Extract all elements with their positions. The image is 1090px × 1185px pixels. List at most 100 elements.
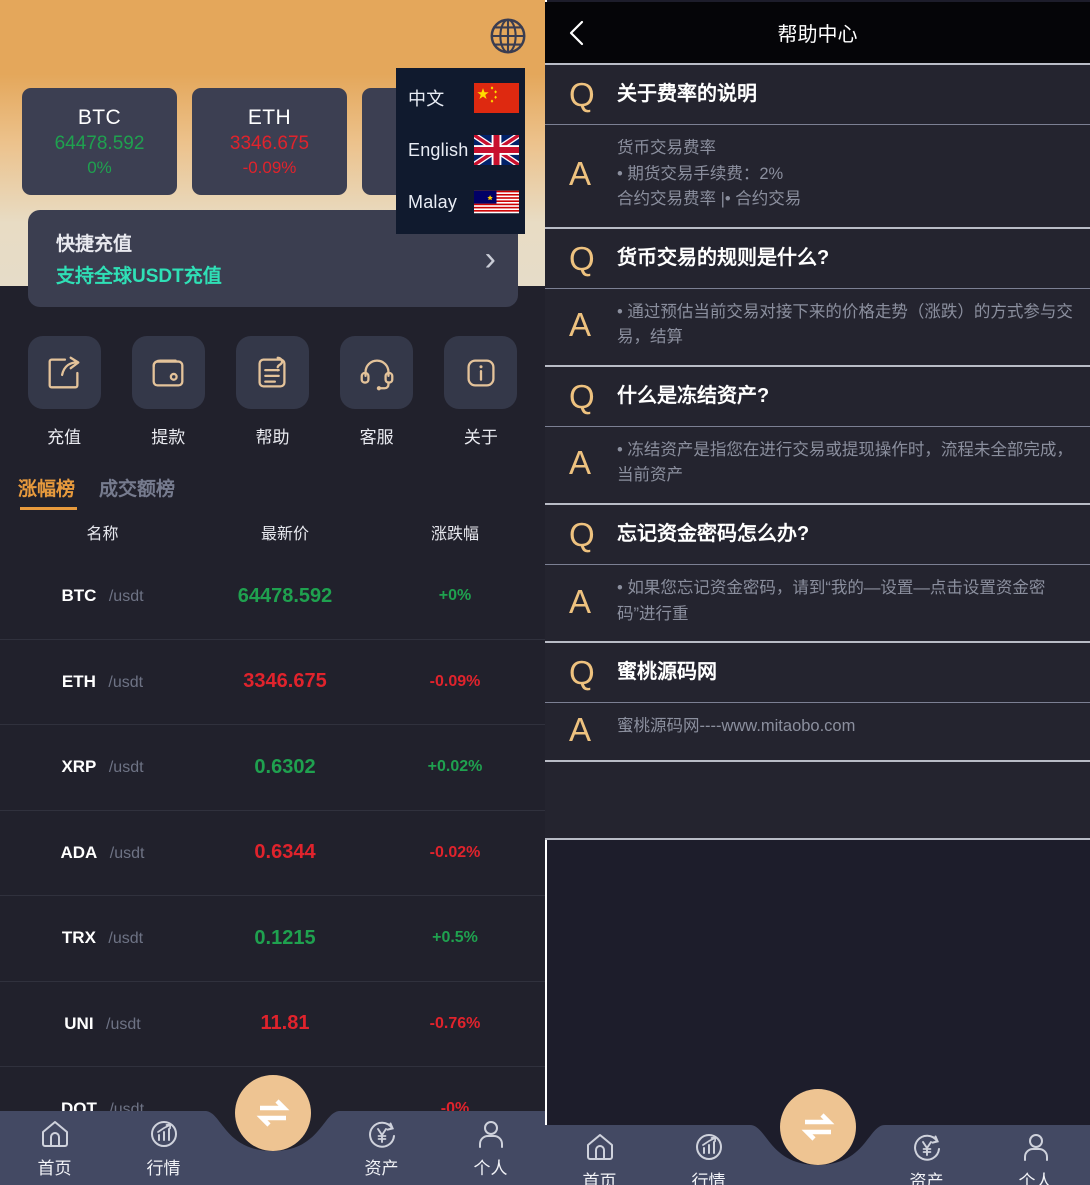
quick-action-support[interactable]: 客服: [339, 336, 415, 448]
faq-answer-row: A • 如果您忘记资金密码，请到“我的—设置—点击设置资金密码”进行重: [545, 563, 1090, 641]
language-option-malay[interactable]: Malay: [396, 176, 525, 228]
table-row[interactable]: ETH /usdt 3346.675 -0.09%: [0, 640, 545, 725]
question-mark-letter: Q: [569, 515, 595, 553]
language-option-chinese[interactable]: 中文: [396, 72, 525, 124]
question-mark-letter: Q: [569, 654, 595, 692]
page-title: 帮助中心: [777, 24, 858, 46]
answer-mark-letter: A: [569, 444, 592, 482]
coin-symbol: BTC: [61, 586, 97, 606]
language-option-label: 中文: [408, 89, 445, 109]
quick-action-about[interactable]: 关于: [443, 336, 519, 448]
quick-action-withdraw[interactable]: 提款: [130, 336, 206, 448]
tab-profile[interactable]: 个人: [981, 1130, 1090, 1185]
ticker-change: -0.09%: [242, 157, 297, 177]
faq-question-row[interactable]: Q 忘记资金密码怎么办?: [545, 505, 1090, 564]
list-item[interactable]: Q 忘记资金密码怎么办? A • 如果您忘记资金密码，请到“我的—设置—点击设置…: [545, 505, 1090, 644]
chevron-right-icon[interactable]: ›: [485, 242, 496, 276]
faq-list: Q 关于费率的说明 A 货币交易费率 • 期货交易手续费：2% 合约交易费率 |…: [545, 63, 1090, 841]
tab-assets[interactable]: 资产: [327, 1117, 436, 1179]
exchange-arrows-icon: [256, 1099, 289, 1127]
ranking-tabs: 涨幅榜 成交额榜: [18, 474, 175, 510]
tab-volume[interactable]: 成交额榜: [99, 474, 175, 510]
ticker-price: 64478.592: [54, 132, 145, 154]
assets-yen-icon: [913, 1134, 940, 1161]
tab-gainers[interactable]: 涨幅榜: [18, 474, 78, 510]
tab-market[interactable]: 行情: [109, 1117, 218, 1179]
assets-yen-icon: [368, 1121, 395, 1148]
table-row[interactable]: TRX /usdt 0.1215 +0.5%: [0, 896, 545, 982]
faq-question-text: 什么是冻结资产?: [617, 384, 770, 407]
flag-uk-icon: [474, 135, 519, 165]
headset-icon: [340, 336, 414, 409]
tab-label: 行情: [691, 1172, 726, 1185]
coin-pair: /usdt: [106, 1015, 141, 1033]
exchange-fab-button[interactable]: [779, 1089, 856, 1165]
quick-action-label: 关于: [463, 428, 498, 447]
faq-question-row[interactable]: Q 什么是冻结资产?: [545, 367, 1090, 426]
document-question-icon: [235, 336, 309, 409]
faq-answer-row: A • 冻结资产是指您在进行交易或提现操作时，流程未全部完成，当前资产: [545, 425, 1090, 503]
exchange-fab-button[interactable]: [234, 1075, 311, 1151]
tab-assets[interactable]: 资产: [872, 1130, 981, 1185]
market-chart-icon: [150, 1121, 177, 1147]
coin-pair: /usdt: [109, 844, 145, 862]
tab-home[interactable]: 首页: [0, 1117, 109, 1179]
tab-market[interactable]: 行情: [654, 1130, 763, 1185]
quick-action-grid: 充值 提款 帮助 客服 关于: [0, 336, 545, 448]
column-header-price: 最新价: [260, 526, 309, 543]
tab-label: 行情: [146, 1159, 181, 1178]
language-option-label: Malay: [408, 191, 458, 212]
tab-home[interactable]: 首页: [545, 1130, 654, 1185]
home-panel: 中文 English Malay BTC 64478.592 0% ETH 33…: [0, 0, 545, 1185]
faq-answer-row: A • 通过预估当前交易对接下来的价格走势（涨跌）的方式参与交易，结算: [545, 287, 1090, 365]
info-icon: [444, 336, 518, 409]
list-item[interactable]: Q 蜜桃源码网 A 蜜桃源码网----www.mitaobo.com: [545, 643, 1090, 763]
help-center-header: 帮助中心: [545, 2, 1090, 63]
coin-price: 11.81: [260, 1012, 310, 1035]
answer-mark-letter: A: [569, 306, 592, 344]
column-header-name: 名称: [86, 526, 119, 543]
table-row[interactable]: BTC /usdt 64478.592 +0%: [0, 554, 545, 640]
app-screen: 中文 English Malay BTC 64478.592 0% ETH 33…: [0, 0, 1090, 1185]
coin-list: BTC /usdt 64478.592 +0% ETH /usdt 3346.6…: [0, 554, 545, 1153]
faq-question-text: 忘记资金密码怎么办?: [617, 522, 810, 545]
list-item[interactable]: Q 什么是冻结资产? A • 冻结资产是指您在进行交易或提现操作时，流程未全部完…: [545, 367, 1090, 505]
faq-answer-text: • 通过预估当前交易对接下来的价格走势（涨跌）的方式参与交易，结算: [617, 302, 1073, 347]
coin-pair: /usdt: [108, 759, 144, 777]
globe-icon[interactable]: [487, 15, 529, 57]
coin-change: +0.02%: [427, 758, 483, 776]
faq-question-row[interactable]: Q 货币交易的规则是什么?: [545, 229, 1090, 288]
quick-action-label: 提款: [151, 428, 186, 447]
answer-mark-letter: A: [569, 582, 592, 620]
ticker-change: 0%: [87, 157, 112, 177]
ticker-card[interactable]: ETH 3346.675 -0.09%: [192, 88, 347, 195]
list-item[interactable]: Q 关于费率的说明 A 货币交易费率 • 期货交易手续费：2% 合约交易费率 |…: [545, 65, 1090, 229]
table-row[interactable]: ADA /usdt 0.6344 -0.02%: [0, 811, 545, 896]
table-row[interactable]: XRP /usdt 0.6302 +0.02%: [0, 725, 545, 811]
faq-question-row[interactable]: Q 蜜桃源码网: [545, 643, 1090, 702]
help-center-panel: 帮助中心 Q 关于费率的说明 A 货币交易费率 • 期货交易手续费：2% 合约交…: [545, 0, 1090, 1185]
language-option-english[interactable]: English: [396, 124, 525, 176]
back-button[interactable]: [545, 2, 609, 63]
quick-action-label: 帮助: [255, 428, 290, 447]
list-item[interactable]: Q 货币交易的规则是什么? A • 通过预估当前交易对接下来的价格走势（涨跌）的…: [545, 229, 1090, 367]
language-dropdown[interactable]: 中文 English Malay: [396, 68, 525, 234]
tab-profile[interactable]: 个人: [436, 1117, 545, 1179]
chevron-left-icon: [569, 20, 584, 45]
tab-label: 首页: [37, 1159, 72, 1178]
ticker-card[interactable]: BTC 64478.592 0%: [22, 88, 177, 195]
table-row[interactable]: UNI /usdt 11.81 -0.76%: [0, 982, 545, 1067]
quick-action-help[interactable]: 帮助: [234, 336, 310, 448]
coin-change: -0.76%: [429, 1014, 481, 1032]
language-option-label: English: [408, 139, 469, 160]
share-box-icon: [27, 336, 101, 409]
faq-question-row[interactable]: Q 关于费率的说明: [545, 65, 1090, 124]
coin-change: +0%: [438, 587, 472, 605]
quick-action-recharge[interactable]: 充值: [26, 336, 102, 448]
coin-price: 3346.675: [243, 670, 327, 693]
faq-answer-row: A 货币交易费率 • 期货交易手续费：2% 合约交易费率 |• 合约交易: [545, 124, 1090, 227]
quick-recharge-text: 快捷充值 支持全球USDT充值: [56, 229, 222, 288]
quick-action-label: 充值: [47, 428, 82, 447]
question-mark-letter: Q: [569, 76, 595, 113]
answer-mark-letter: A: [569, 711, 592, 749]
